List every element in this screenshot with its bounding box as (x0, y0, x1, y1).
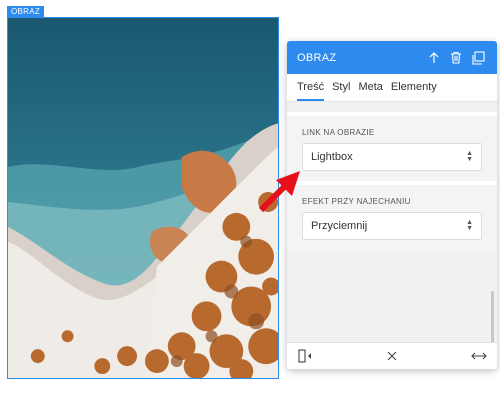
hover-effect-label: EFEKT PRZY NAJECHANIU (302, 197, 411, 206)
link-section: LINK NA OBRAZIE Lightbox ▲ ▼ (287, 112, 497, 181)
hover-effect-section: EFEKT PRZY NAJECHANIU Przyciemnij ▲ ▼ (287, 181, 497, 250)
arrow-up-icon[interactable] (425, 49, 443, 67)
resize-icon[interactable] (469, 346, 489, 366)
settings-panel: OBRAZ Treść Styl Meta Elementy LINK NA O… (287, 41, 497, 369)
tab-content[interactable]: Treść (297, 81, 325, 101)
hover-effect-select-value: Przyciemnij (311, 220, 368, 232)
aerial-coast-photo (8, 18, 278, 378)
panel-tabs: Treść Styl Meta Elementy (287, 74, 497, 102)
link-label: LINK NA OBRAZIE (302, 128, 375, 137)
responsive-icon[interactable] (295, 346, 315, 366)
panel-footer (287, 342, 497, 369)
hover-effect-select[interactable]: Przyciemnij ▲ ▼ (302, 212, 482, 240)
link-select[interactable]: Lightbox ▲ ▼ (302, 143, 482, 171)
link-select-value: Lightbox (311, 151, 353, 163)
duplicate-icon[interactable] (469, 49, 487, 67)
trash-icon[interactable] (447, 49, 465, 67)
tab-elements[interactable]: Elementy (391, 81, 437, 101)
panel-header: OBRAZ (287, 41, 497, 74)
select-caret-icon: ▲ ▼ (466, 150, 473, 163)
red-pointer-arrow-icon (258, 171, 300, 213)
tab-meta[interactable]: Meta (358, 81, 382, 101)
close-icon[interactable] (382, 346, 402, 366)
selected-image[interactable] (7, 17, 279, 379)
select-caret-icon: ▲ ▼ (466, 219, 473, 232)
panel-title: OBRAZ (297, 51, 337, 64)
tab-style[interactable]: Styl (332, 81, 350, 101)
